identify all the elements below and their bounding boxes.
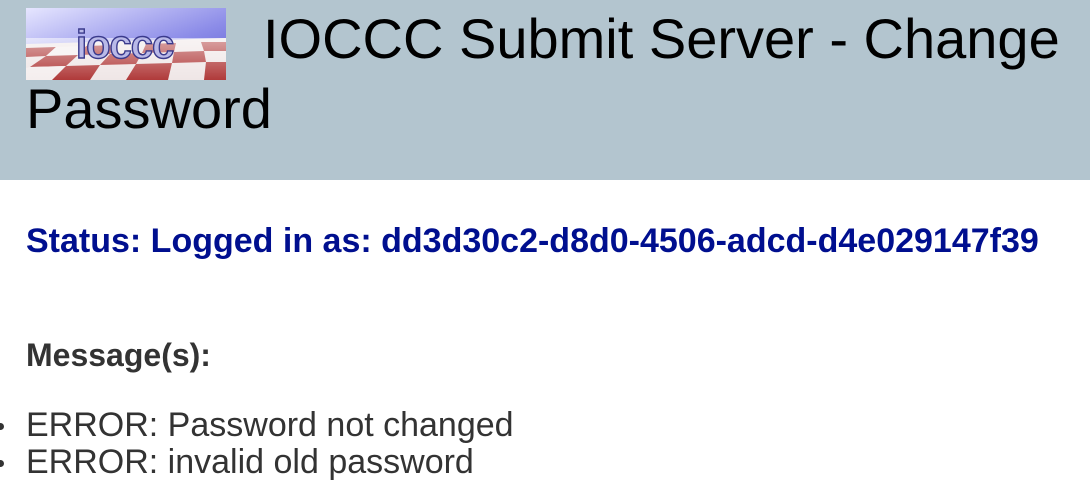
- message-text: ERROR: invalid old password: [26, 443, 474, 481]
- messages-heading: Message(s):: [26, 337, 211, 373]
- page-title: IOCCC Submit Server - Change Password: [26, 7, 1060, 140]
- page-header: ioccc ioccc IOCCC Submit Server - Change…: [0, 0, 1090, 180]
- bullet-icon: [0, 423, 4, 430]
- bullet-icon: [0, 460, 4, 467]
- login-status: Status: Logged in as: dd3d30c2-d8d0-4506…: [26, 222, 1039, 260]
- message-list: ERROR: Password not changed ERROR: inval…: [0, 407, 514, 481]
- message-item: ERROR: invalid old password: [0, 444, 514, 481]
- message-item: ERROR: Password not changed: [0, 407, 514, 444]
- message-text: ERROR: Password not changed: [26, 406, 514, 444]
